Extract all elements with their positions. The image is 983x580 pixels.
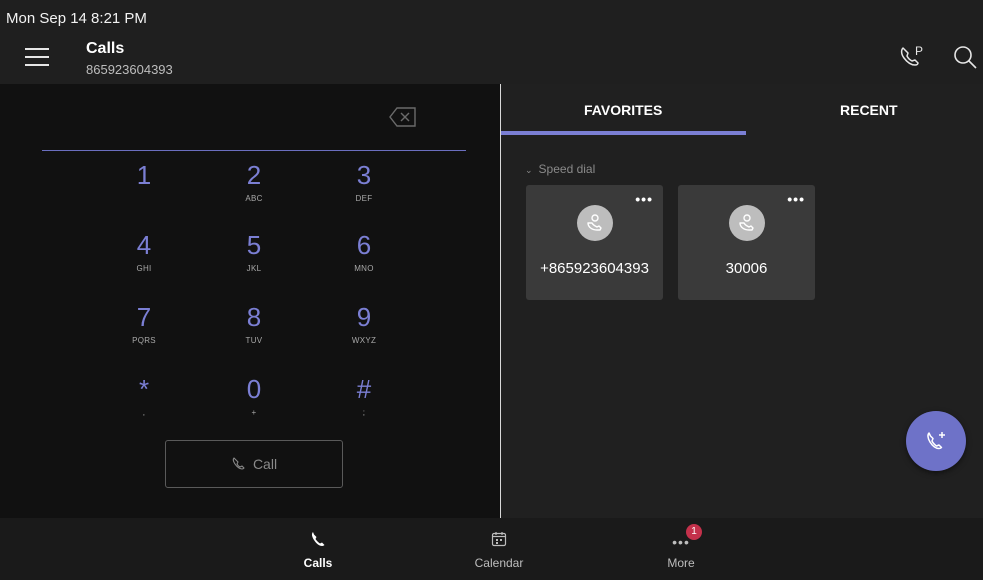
status-clock: Mon Sep 14 8:21 PM — [6, 10, 147, 27]
nav-calendar[interactable]: Calendar — [449, 528, 549, 570]
park-call-icon-svg: P — [900, 44, 923, 66]
add-call-icon — [927, 432, 945, 450]
phone-icon-svg — [311, 532, 325, 546]
menu-icon-bar — [25, 48, 49, 50]
key-0[interactable]: 0 + — [214, 374, 294, 438]
key-digit: 5 — [246, 230, 262, 260]
dialpad-panel: 1 2 ABC 3 DEF 4 GHI 5 JKL 6 MNO 7 PQRS 8 TUV 9 W… — [0, 84, 500, 518]
key-digit: 2 — [246, 160, 262, 190]
key-9[interactable]: 9 WXYZ — [324, 302, 404, 366]
key-1[interactable]: 1 — [104, 160, 184, 224]
tab-favorites[interactable]: FAVORITES — [584, 102, 662, 118]
key-hash[interactable]: #; — [324, 374, 404, 438]
nav-calls[interactable]: Calls — [268, 528, 368, 570]
speed-dial-card[interactable]: ••• +865923604393 — [526, 185, 663, 300]
key-digit: 9 — [356, 302, 372, 332]
key-letters: WXYZ — [351, 336, 377, 345]
key-digit: 0 — [246, 374, 262, 404]
key-2[interactable]: 2 ABC — [214, 160, 294, 224]
key-letters: TUV — [245, 336, 263, 345]
speed-dial-label: Speed dial — [538, 162, 596, 176]
search-icon-svg — [954, 46, 977, 69]
nav-label: More — [667, 556, 695, 570]
key-digit: 6 — [356, 230, 372, 260]
call-button-label: Call — [252, 456, 278, 472]
contact-avatar-icon — [728, 205, 765, 241]
key-4[interactable]: 4 GHI — [104, 230, 184, 294]
tab-recent[interactable]: RECENT — [840, 102, 898, 118]
speed-dial-number: 30006 — [725, 260, 768, 277]
key-letters: ; — [362, 408, 366, 417]
key-digit: 7 — [136, 302, 152, 332]
key-digit: 1 — [136, 160, 152, 190]
speed-dial-number: +865923604393 — [540, 260, 649, 277]
phone-icon — [232, 457, 245, 470]
key-3[interactable]: 3 DEF — [324, 160, 404, 224]
key-letters: ABC — [245, 194, 263, 203]
nav-label: Calendar — [474, 556, 524, 570]
speed-dial-card[interactable]: ••• 30006 — [678, 185, 815, 300]
notification-badge: 1 — [686, 524, 702, 540]
key-letters: , — [142, 408, 146, 417]
svg-text:P: P — [915, 44, 923, 58]
contact-avatar-icon — [576, 205, 613, 241]
search-icon[interactable] — [950, 42, 980, 72]
phone-contact-icon-svg — [586, 214, 602, 231]
key-digit: # — [356, 374, 372, 404]
speed-dial-header[interactable]: ⌄ Speed dial — [525, 162, 595, 176]
chevron-down-icon: ⌄ — [525, 165, 533, 175]
calendar-icon-svg — [491, 532, 507, 547]
key-letters: MNO — [354, 264, 374, 273]
page-title: Calls — [86, 40, 125, 57]
phone-icon — [268, 528, 368, 550]
dial-input-underline — [42, 150, 466, 151]
key-letters: PQRS — [132, 336, 156, 345]
park-call-icon[interactable]: P — [896, 42, 926, 72]
more-options-icon[interactable]: ••• — [635, 191, 653, 207]
key-digit: * — [138, 374, 150, 404]
add-call-button[interactable] — [906, 411, 966, 471]
more-icon: ••• 1 — [631, 524, 731, 550]
key-7[interactable]: 7 PQRS — [104, 302, 184, 366]
top-bar: Mon Sep 14 8:21 PM Calls 865923604393 P — [0, 0, 983, 84]
key-digit: 4 — [136, 230, 152, 260]
backspace-icon[interactable] — [388, 106, 418, 128]
key-digit: 8 — [246, 302, 262, 332]
nav-more[interactable]: ••• 1 More — [631, 524, 731, 570]
more-options-icon[interactable]: ••• — [787, 191, 805, 207]
key-letters: + — [251, 408, 257, 417]
menu-button[interactable] — [25, 48, 49, 68]
key-letters: JKL — [246, 264, 262, 273]
key-digit: 3 — [356, 160, 372, 190]
menu-icon-bar — [25, 64, 49, 66]
key-letters: DEF — [355, 194, 373, 203]
active-tab-indicator — [501, 131, 746, 135]
calendar-icon — [449, 528, 549, 550]
key-8[interactable]: 8 TUV — [214, 302, 294, 366]
key-5[interactable]: 5 JKL — [214, 230, 294, 294]
phone-contact-icon-svg — [738, 214, 754, 231]
key-6[interactable]: 6 MNO — [324, 230, 404, 294]
key-letters: GHI — [136, 264, 152, 273]
line-number: 865923604393 — [86, 62, 173, 77]
menu-icon-bar — [25, 56, 49, 58]
key-star[interactable]: *, — [104, 374, 184, 438]
bottom-nav: Calls Calendar ••• 1 More — [0, 518, 983, 580]
nav-label: Calls — [303, 556, 333, 570]
call-button[interactable]: Call — [165, 440, 343, 488]
backspace-icon-svg — [389, 107, 416, 127]
